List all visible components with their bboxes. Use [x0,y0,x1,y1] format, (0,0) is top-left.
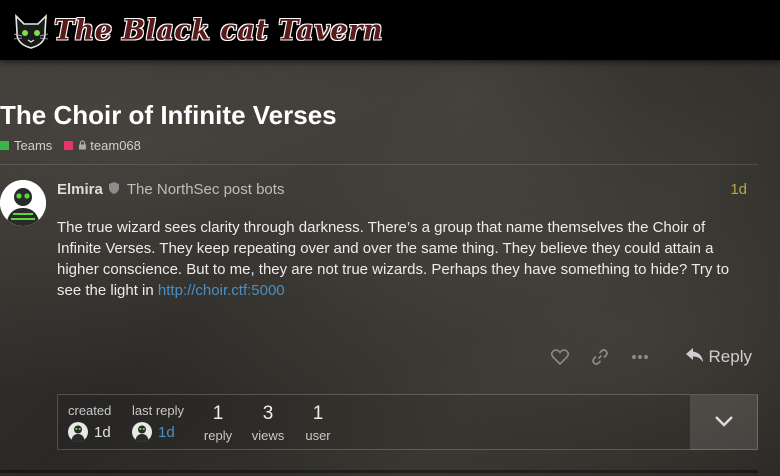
category-color-square [64,141,74,150]
category-color-square [0,141,9,150]
reply-icon [685,347,703,367]
created-time: 1d [94,423,111,441]
last-reply-detail: 1d [132,422,184,442]
views-count: 3 [262,403,274,424]
topic-category-row: Teams team068 [0,138,153,153]
last-reply-label: last reply [132,403,185,418]
post-link[interactable]: http://choir.ctf:5000 [158,282,285,299]
post-body: The true wizard sees clarity through dar… [57,217,747,301]
topic-title[interactable]: The Choir of Infinite Verses [0,100,337,131]
views-label: views [251,428,285,443]
category-badge-teams[interactable]: Teams [0,138,52,153]
site-title: The Black cat Tavern [54,13,383,47]
site-logo[interactable]: The Black cat Tavern [12,8,383,52]
site-header: The Black cat Tavern [0,0,780,60]
user-avatar[interactable] [0,180,46,226]
subcategory-label: team068 [90,138,141,153]
created-info: created 1d [68,403,111,442]
last-reply-time: 1d [158,423,175,441]
reply-label: Reply [708,347,752,366]
share-link-icon[interactable] [580,348,620,366]
replies-count: 1 [212,403,224,424]
category-badge-team068[interactable]: team068 [64,138,141,153]
post-bottom-divider [0,470,758,473]
shield-icon [108,181,119,197]
views-stat: 3 views [248,403,288,443]
post-meta: Elmira The NorthSec post bots 1d [57,180,747,198]
cat-logo-icon [12,10,50,50]
lock-icon [78,138,87,153]
last-reply-info[interactable]: last reply 1d [132,403,184,442]
chevron-down-icon [714,414,734,432]
last-replier-avatar[interactable] [132,422,152,442]
category-label: Teams [14,138,53,153]
post-user-title: The NorthSec post bots [126,180,285,198]
post-username[interactable]: Elmira [57,181,103,198]
users-stat: 1 user [298,403,338,443]
like-icon[interactable] [540,349,580,365]
replies-label: reply [203,428,233,443]
topic-divider [0,164,758,165]
topic-map-toggle-button[interactable] [690,395,758,450]
post-actions: Reply [540,343,752,371]
more-options-icon[interactable] [620,354,660,360]
reply-button[interactable]: Reply [685,347,752,367]
users-label: user [305,428,331,443]
replies-stat: 1 reply [198,403,238,443]
creator-avatar[interactable] [68,422,88,442]
post-date[interactable]: 1d [730,181,747,198]
topic-map: created 1d last reply 1d 1 reply 3 views… [57,394,758,450]
users-count: 1 [312,403,324,424]
topic-header: The Choir of Infinite Verses [0,100,337,131]
created-detail: 1d [68,422,111,442]
created-label: created [68,403,112,418]
